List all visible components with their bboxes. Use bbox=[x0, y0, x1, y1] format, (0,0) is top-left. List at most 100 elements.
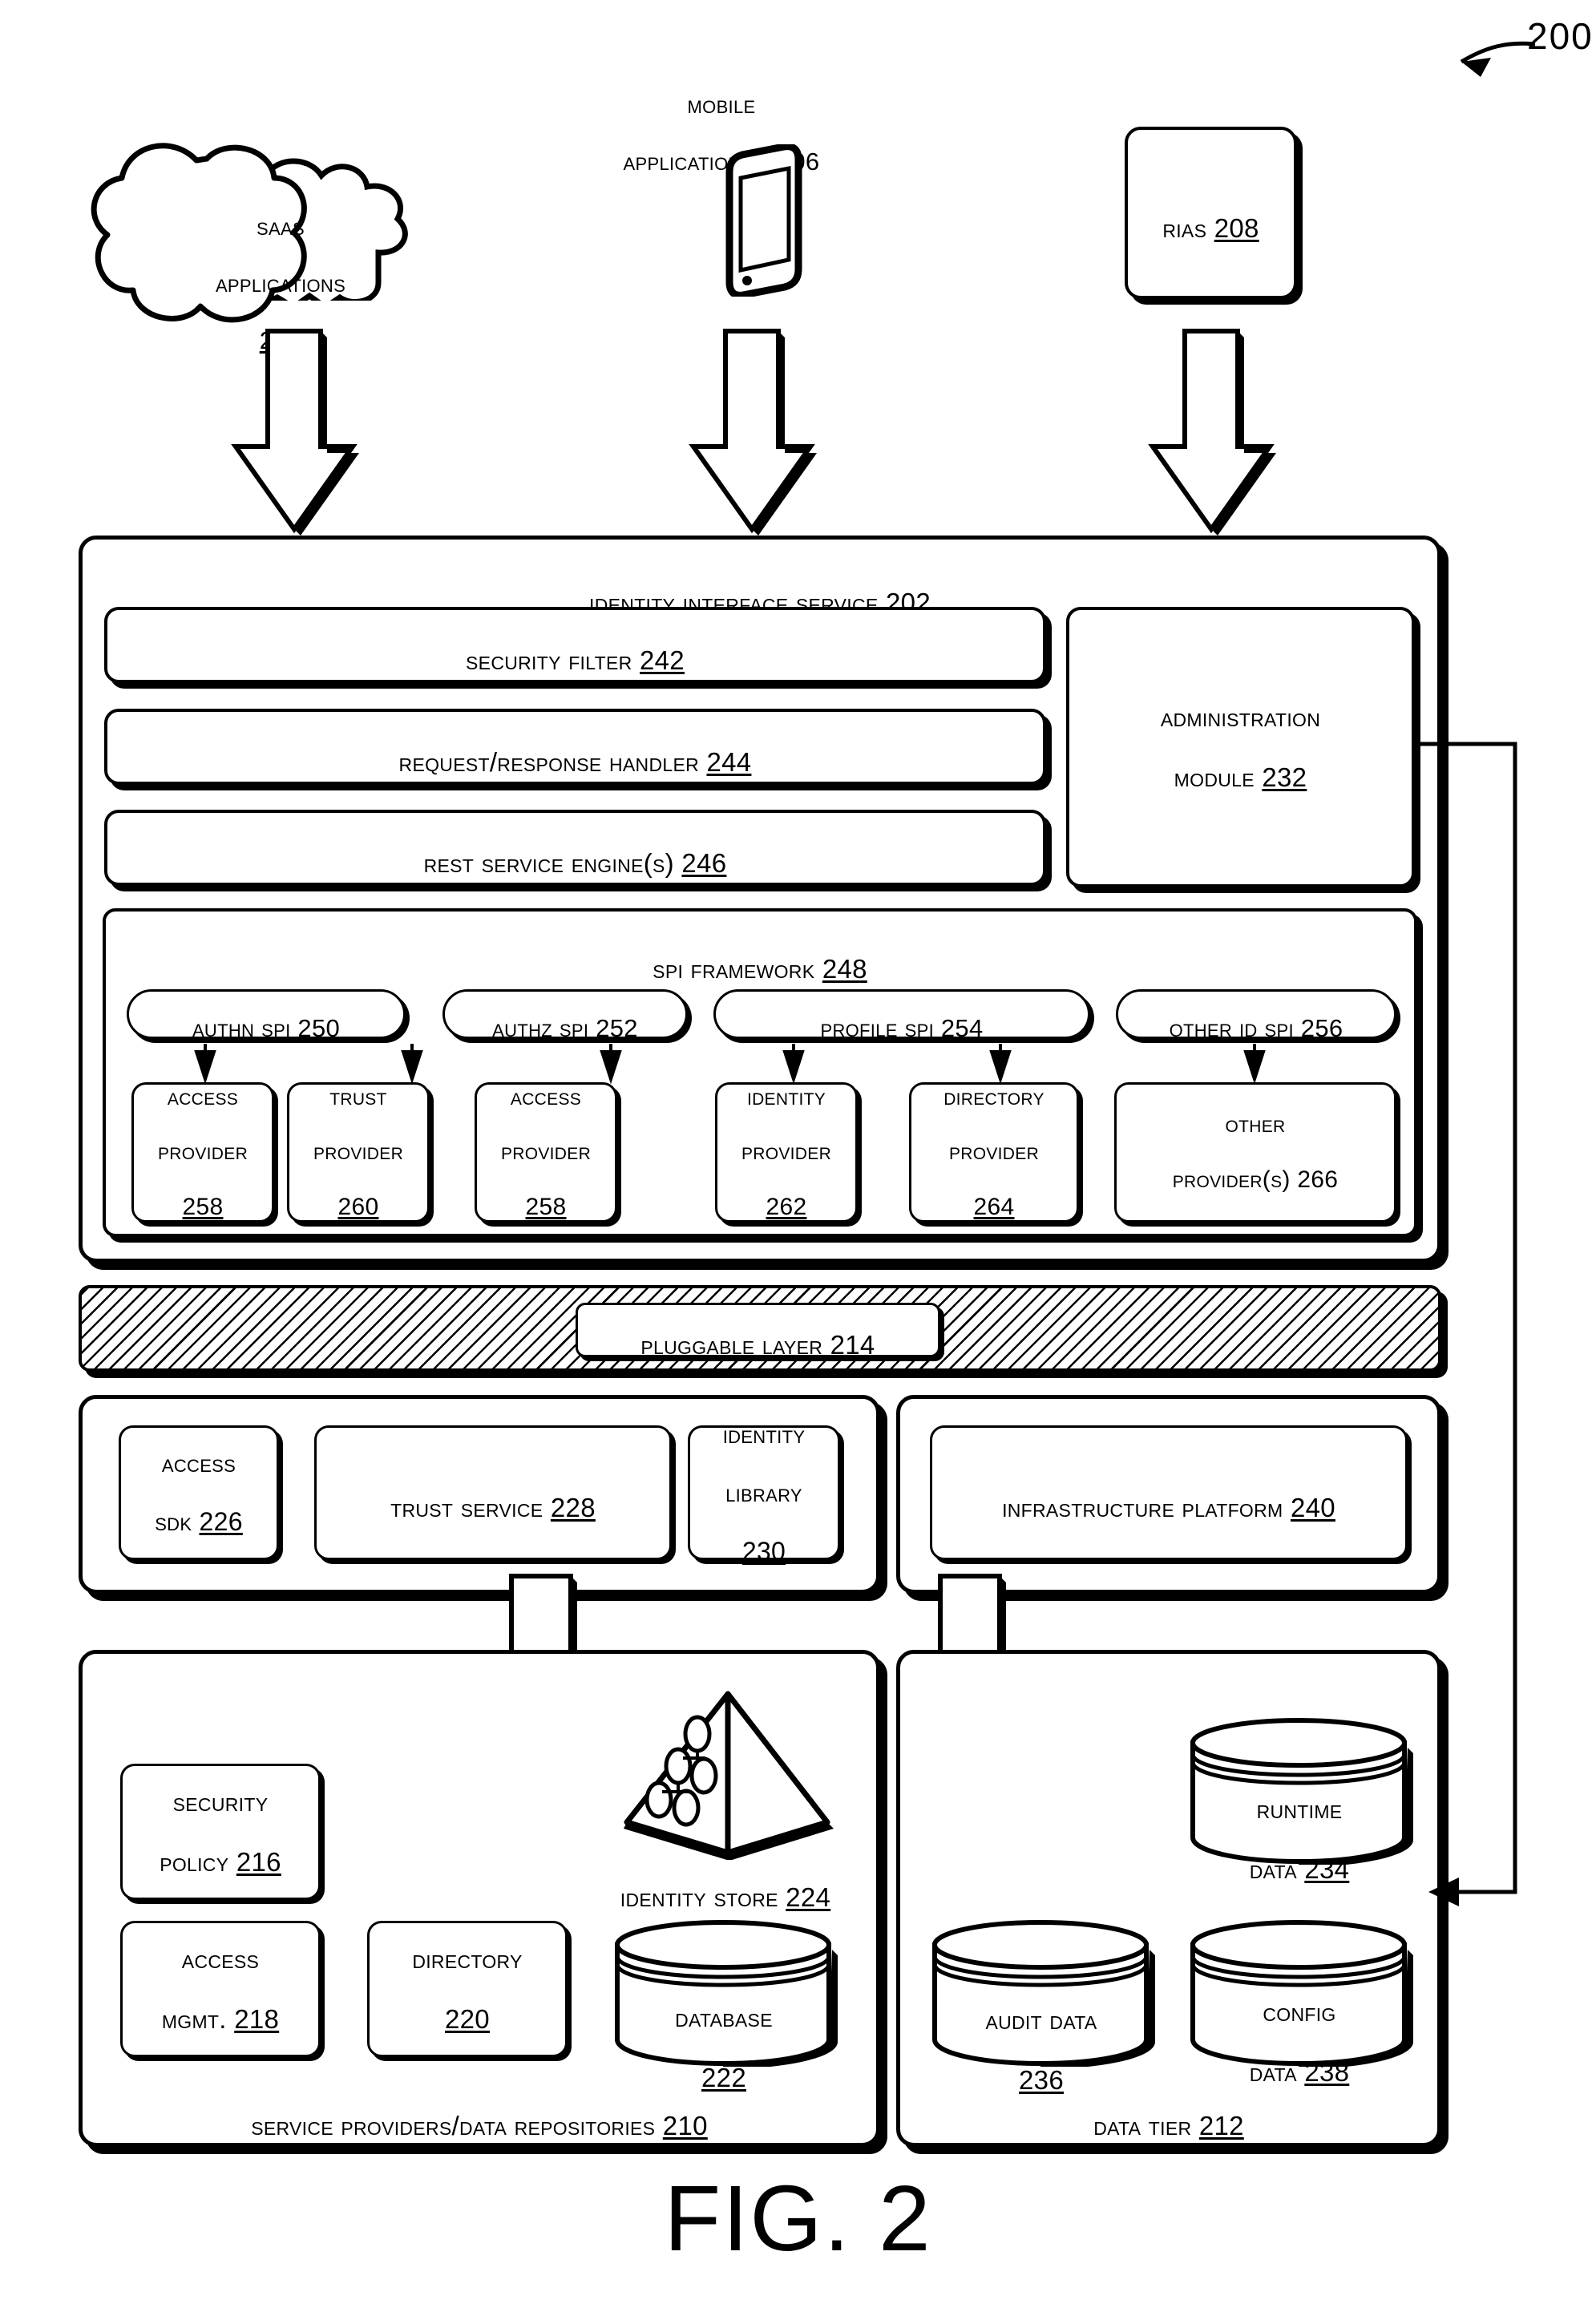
security-policy-box[interactable]: Security Policy 216 bbox=[120, 1764, 321, 1900]
p3-line2: Provider bbox=[741, 1138, 832, 1166]
identity-store-text: Identity Store bbox=[620, 1882, 786, 1912]
access-sdk-line1: Access bbox=[161, 1449, 236, 1478]
security-filter-ref: 242 bbox=[639, 645, 685, 675]
saas-cloud-label: SaaS Applications 204 bbox=[160, 184, 401, 382]
rest-service-engine-box[interactable]: REST Service Engine(s) 246 bbox=[104, 810, 1046, 886]
administration-module-box[interactable]: Administration Module 232 bbox=[1066, 607, 1415, 887]
provider-box-access-258b[interactable]: Access Provider 258 bbox=[475, 1082, 617, 1223]
identity-library-ref: 230 bbox=[741, 1536, 786, 1566]
access-sdk-box[interactable]: Access SDK 226 bbox=[119, 1425, 279, 1560]
spi-box-profile[interactable]: Profile SPI 254 bbox=[713, 989, 1090, 1042]
spi-framework-title: SPI Framework 248 bbox=[653, 924, 867, 984]
spi-authn-text: AuthN SPI bbox=[192, 1014, 298, 1042]
spi-profile-ref: 254 bbox=[940, 1014, 984, 1042]
provider-box-access-258a[interactable]: Access Provider 258 bbox=[131, 1082, 274, 1223]
p0-line1: Access bbox=[167, 1084, 239, 1111]
mobile-phone-icon bbox=[705, 143, 810, 299]
admin-line-2: Module bbox=[1174, 762, 1263, 792]
administration-module-label: Administration Module 232 bbox=[1161, 672, 1320, 823]
provider-other-266-label: Other Provider(s) 266 bbox=[1173, 1084, 1339, 1221]
runtime-ref: 234 bbox=[1304, 1853, 1350, 1884]
identity-library-label: Identity Library 230 bbox=[723, 1390, 806, 1595]
p4-ref: 264 bbox=[973, 1193, 1015, 1220]
security-filter-box[interactable]: Security Filter 242 bbox=[104, 607, 1046, 683]
rrh-text: Request/Response Handler bbox=[398, 746, 707, 777]
security-filter-text: Security Filter bbox=[466, 645, 640, 675]
rse-text: REST Service Engine(s) bbox=[423, 847, 682, 878]
p5-line1: Other bbox=[1225, 1111, 1286, 1138]
security-policy-label: Security Policy 216 bbox=[160, 1756, 281, 1907]
access-mgmt-line2: Mgmt. bbox=[161, 2003, 235, 2034]
infra-platform-ref: 240 bbox=[1290, 1493, 1335, 1522]
admin-ref: 232 bbox=[1262, 762, 1307, 792]
provider-box-trust-260[interactable]: Trust Provider 260 bbox=[287, 1082, 430, 1223]
access-mgmt-ref: 218 bbox=[234, 2003, 280, 2034]
p4-line2: Provider bbox=[948, 1138, 1040, 1166]
provider-box-directory-264[interactable]: Directory Provider 264 bbox=[909, 1082, 1079, 1223]
access-mgmt-line1: Access bbox=[181, 1943, 260, 1974]
trust-service-box[interactable]: Trust Service 228 bbox=[314, 1425, 672, 1560]
spi-framework-ref: 248 bbox=[822, 953, 867, 984]
trust-service-ref: 228 bbox=[550, 1493, 596, 1522]
p0-line2: Provider bbox=[157, 1138, 248, 1166]
pluggable-layer-box[interactable]: Pluggable Layer 214 bbox=[576, 1300, 940, 1360]
request-response-handler-box[interactable]: Request/Response Handler 244 bbox=[104, 709, 1046, 785]
p5-line2: Provider(s) 266 bbox=[1172, 1166, 1339, 1193]
rest-service-engine-label: REST Service Engine(s) 246 bbox=[424, 818, 727, 878]
p1-line2: Provider bbox=[313, 1138, 404, 1166]
p3-line1: Identity bbox=[746, 1084, 826, 1111]
access-sdk-ref: 226 bbox=[199, 1507, 243, 1537]
spi-box-other-id[interactable]: Other ID SPI 256 bbox=[1116, 989, 1396, 1042]
spi-authn-label: AuthN SPI 250 bbox=[192, 986, 340, 1043]
infrastructure-platform-box[interactable]: Infrastructure Platform 240 bbox=[930, 1425, 1408, 1560]
identity-library-box[interactable]: Identity Library 230 bbox=[688, 1420, 840, 1566]
config-ref: 238 bbox=[1304, 2056, 1350, 2087]
rrh-ref: 244 bbox=[706, 746, 752, 777]
spi-box-authz[interactable]: AuthZ SPI 252 bbox=[442, 989, 688, 1042]
access-sdk-label: Access SDK 226 bbox=[155, 1420, 243, 1566]
sec-policy-ref: 216 bbox=[236, 1846, 281, 1877]
directory-box[interactable]: Directory 220 bbox=[367, 1921, 568, 2057]
database-ref: 222 bbox=[701, 2062, 746, 2092]
provider-box-other-266[interactable]: Other Provider(s) 266 bbox=[1114, 1082, 1396, 1223]
spi-other-id-text: Other ID SPI bbox=[1169, 1014, 1301, 1042]
access-mgmt-box[interactable]: Access Mgmt. 218 bbox=[120, 1921, 321, 2057]
spi-other-id-ref: 256 bbox=[1300, 1014, 1343, 1042]
runtime-data-label: Runtime Data 234 bbox=[1186, 1764, 1412, 1914]
sec-policy-line1: Security bbox=[172, 1786, 269, 1817]
pluggable-layer-label: Pluggable Layer 214 bbox=[640, 1300, 875, 1360]
provider-trust-260-label: Trust Provider 260 bbox=[313, 1057, 403, 1248]
identity-store-label: Identity Store 224 bbox=[553, 1852, 898, 1912]
identity-library-line2: Library bbox=[725, 1477, 802, 1507]
directory-label: Directory 220 bbox=[412, 1914, 522, 2064]
provider-access-258b-label: Access Provider 258 bbox=[501, 1057, 591, 1248]
audit-line1: Audit Data bbox=[985, 2004, 1097, 2035]
spi-authz-text: AuthZ SPI bbox=[492, 1014, 596, 1042]
spi-authz-label: AuthZ SPI 252 bbox=[492, 986, 638, 1043]
identity-library-line1: Identity bbox=[722, 1419, 806, 1449]
pyramid-icon bbox=[609, 1688, 850, 1861]
provider-access-258a-label: Access Provider 258 bbox=[158, 1057, 248, 1248]
directory-ref: 220 bbox=[445, 2003, 490, 2034]
database-line1: Database bbox=[675, 2002, 773, 2032]
config-line2: Data bbox=[1249, 2056, 1305, 2087]
sec-policy-line2: Policy bbox=[160, 1846, 236, 1877]
p2-ref: 258 bbox=[525, 1193, 567, 1220]
provider-box-identity-262[interactable]: Identity Provider 262 bbox=[715, 1082, 858, 1223]
spi-framework-title-text: SPI Framework bbox=[653, 953, 822, 984]
access-mgmt-label: Access Mgmt. 218 bbox=[162, 1914, 279, 2064]
trust-service-text: Trust Service bbox=[390, 1493, 551, 1522]
p1-line1: Trust bbox=[329, 1084, 387, 1111]
audit-ref: 236 bbox=[1019, 2064, 1064, 2095]
spi-box-authn[interactable]: AuthN SPI 250 bbox=[127, 989, 406, 1042]
request-response-handler-label: Request/Response Handler 244 bbox=[399, 717, 752, 777]
trust-service-label: Trust Service 228 bbox=[390, 1462, 596, 1522]
p2-line1: Access bbox=[510, 1084, 582, 1111]
p2-line2: Provider bbox=[500, 1138, 592, 1166]
pluggable-layer-text: Pluggable Layer bbox=[640, 1330, 830, 1360]
spi-other-id-label: Other ID SPI 256 bbox=[1170, 986, 1343, 1043]
spi-profile-text: Profile SPI bbox=[820, 1014, 941, 1042]
mobile-line-1: Mobile bbox=[687, 91, 756, 119]
rias-box[interactable]: RIAs 208 bbox=[1125, 127, 1297, 299]
provider-directory-264-label: Directory Provider 264 bbox=[943, 1057, 1044, 1248]
